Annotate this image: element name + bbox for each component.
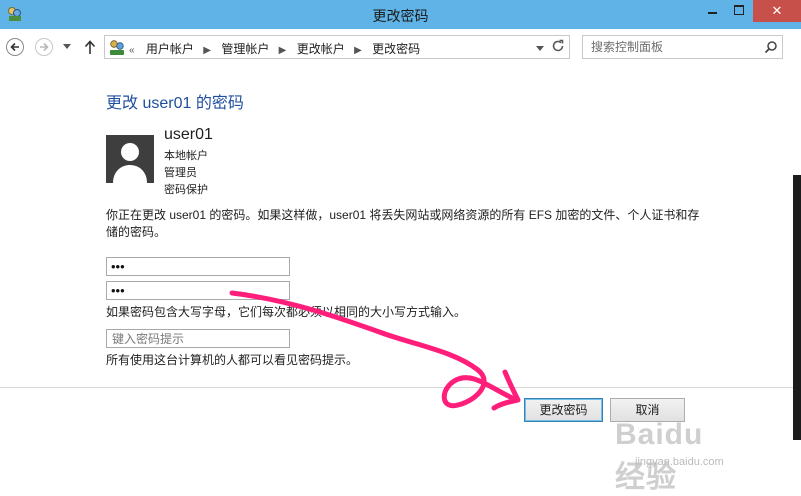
breadcrumb-user-accounts[interactable]: 用户帐户 [146, 42, 194, 56]
new-password-field[interactable] [106, 257, 290, 276]
watermark-url: jingyan.baidu.com [635, 456, 724, 468]
user-name: user01 [164, 126, 213, 143]
recent-pages-dropdown[interactable] [63, 44, 71, 49]
confirm-password-field[interactable] [106, 281, 290, 300]
back-arrow-icon [10, 42, 19, 52]
maximize-button[interactable] [726, 0, 752, 22]
user-silhouette-icon [113, 143, 147, 183]
forward-button[interactable] [35, 38, 53, 56]
breadcrumb-change-account[interactable]: 更改帐户 [297, 42, 345, 56]
breadcrumb-change-password[interactable]: 更改密码 [372, 42, 420, 56]
breadcrumb-separator-icon[interactable]: ▶ [279, 45, 287, 56]
account-role: 管理员 [164, 167, 197, 179]
breadcrumb-separator-icon[interactable]: ▶ [354, 45, 362, 56]
breadcrumb-manage-accounts[interactable]: 管理帐户 [221, 42, 269, 56]
address-bar[interactable]: « 用户帐户 ▶ 管理帐户 ▶ 更改帐户 ▶ 更改密码 [104, 35, 570, 59]
search-icon[interactable] [764, 40, 778, 54]
refresh-button[interactable] [551, 39, 565, 53]
password-status: 密码保护 [164, 184, 208, 196]
breadcrumb-overflow[interactable]: « [129, 45, 135, 56]
account-type: 本地帐户 [164, 150, 208, 162]
up-arrow-icon[interactable] [84, 39, 96, 55]
user-accounts-icon [110, 40, 124, 55]
avatar [106, 135, 154, 183]
window-title: 更改密码 [372, 8, 429, 24]
search-box[interactable] [582, 35, 783, 59]
hint-visibility-note: 所有使用这台计算机的人都可以看见密码提示。 [106, 353, 359, 367]
search-input[interactable] [583, 36, 761, 58]
back-button[interactable] [6, 38, 24, 56]
background-window-edge [793, 175, 801, 440]
divider [0, 387, 801, 388]
minimize-button[interactable] [700, 0, 724, 22]
close-button[interactable]: ✕ [753, 0, 801, 22]
forward-arrow-icon [40, 42, 49, 52]
page-title: 更改 user01 的密码 [106, 95, 244, 112]
change-password-button[interactable]: 更改密码 [524, 398, 603, 422]
navigation-bar: « 用户帐户 ▶ 管理帐户 ▶ 更改帐户 ▶ 更改密码 [0, 29, 801, 65]
efs-warning-text: 你正在更改 user01 的密码。如果这样做，user01 将丢失网站或网络资源… [106, 208, 700, 239]
title-bar: 更改密码 ✕ [0, 0, 801, 29]
address-dropdown-icon[interactable] [536, 46, 544, 51]
case-sensitivity-note: 如果密码包含大写字母，它们每次都必须以相同的大小写方式输入。 [106, 305, 467, 319]
close-icon: ✕ [771, 3, 783, 18]
breadcrumb-separator-icon[interactable]: ▶ [203, 45, 211, 56]
breadcrumb: « 用户帐户 ▶ 管理帐户 ▶ 更改帐户 ▶ 更改密码 [129, 40, 420, 57]
password-hint-field[interactable] [106, 329, 290, 348]
